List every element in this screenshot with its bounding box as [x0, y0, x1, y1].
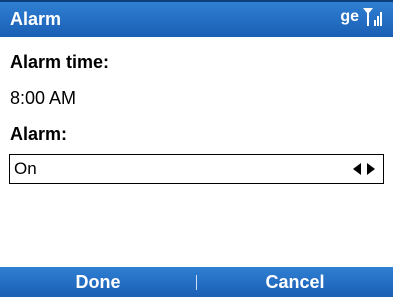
left-arrow-icon[interactable] [353, 163, 361, 175]
done-softkey[interactable]: Done [0, 272, 196, 293]
softkey-bar: Done Cancel [0, 267, 393, 297]
alarm-time-value[interactable]: 8:00 AM [10, 88, 76, 109]
alarm-time-label: Alarm time: [10, 52, 110, 72]
signal-strength-icon [363, 8, 385, 26]
right-arrow-icon[interactable] [367, 163, 375, 175]
network-type-indicator: ge [340, 8, 359, 25]
alarm-picker[interactable]: On [9, 154, 384, 184]
cancel-softkey[interactable]: Cancel [197, 272, 393, 293]
picker-arrows[interactable] [353, 163, 375, 175]
title-bar: Alarm ge [0, 0, 393, 37]
status-area: ge [340, 8, 385, 26]
alarm-label: Alarm: [10, 124, 68, 144]
alarm-picker-value: On [14, 159, 37, 178]
window-title: Alarm [10, 9, 62, 29]
